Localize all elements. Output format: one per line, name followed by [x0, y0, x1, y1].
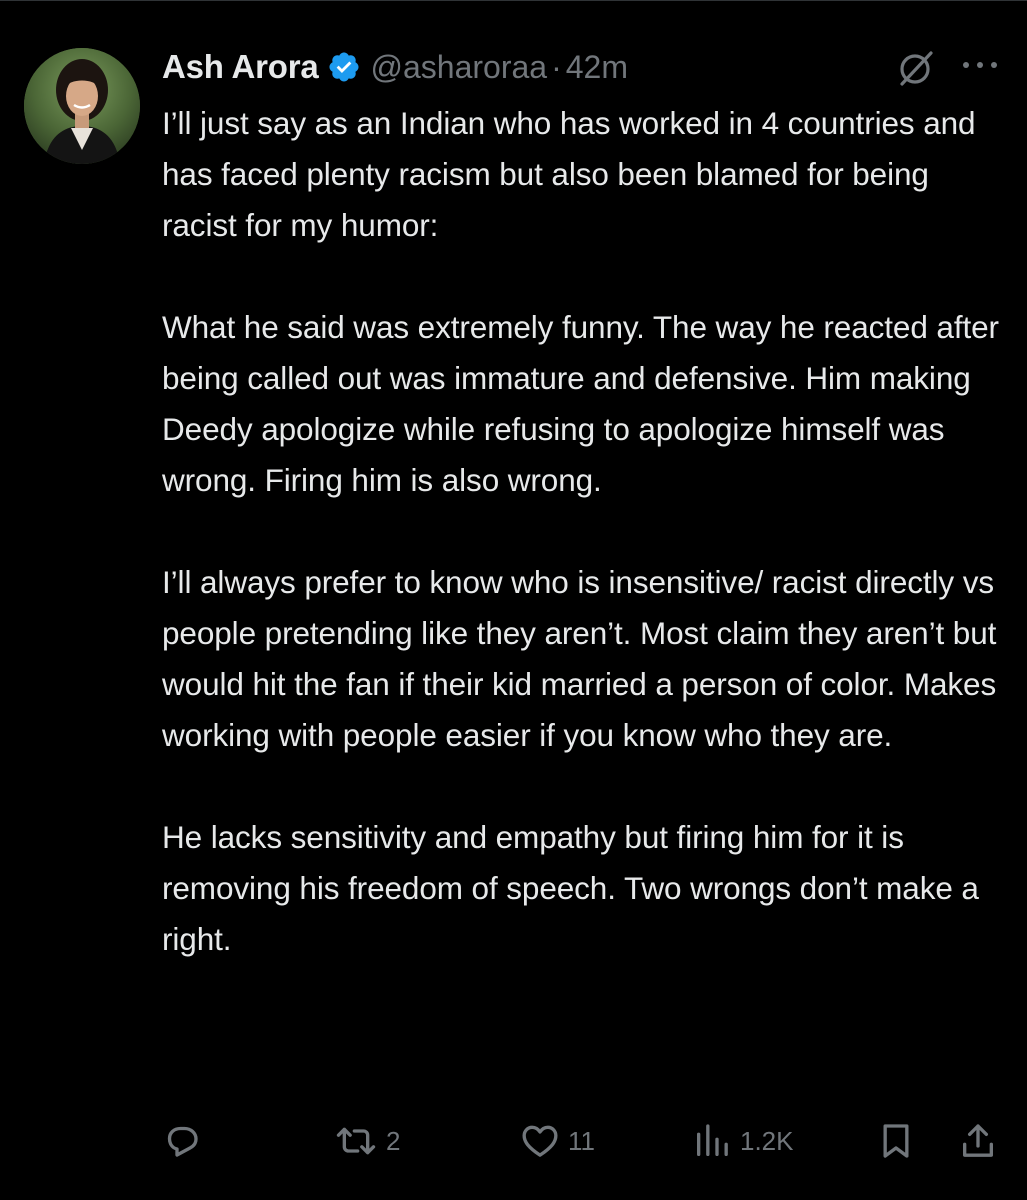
- author-name[interactable]: Ash Arora: [162, 48, 319, 86]
- like-button[interactable]: 11: [520, 1116, 595, 1166]
- tweet-paragraph: I’ll always prefer to know who is insens…: [162, 564, 997, 753]
- avatar-photo: [24, 48, 140, 164]
- analytics-icon: [692, 1121, 732, 1161]
- tweet-paragraph: He lacks sensitivity and empathy but fir…: [162, 819, 979, 957]
- grok-icon[interactable]: [893, 46, 937, 90]
- more-dots-icon[interactable]: [958, 52, 1002, 78]
- repost-icon: [334, 1121, 378, 1161]
- share-button[interactable]: [958, 1116, 998, 1166]
- action-bar: 2 11 1.2K: [162, 1116, 1002, 1166]
- author-handle[interactable]: @asharoraa: [371, 49, 548, 86]
- reply-button[interactable]: [162, 1116, 210, 1166]
- verified-badge-icon: [327, 50, 361, 84]
- views-button[interactable]: 1.2K: [692, 1116, 794, 1166]
- separator-dot: ·: [551, 48, 562, 85]
- repost-button[interactable]: 2: [334, 1116, 400, 1166]
- tweet-header: Ash Arora @asharoraa · 42m: [162, 44, 628, 90]
- heart-icon: [520, 1121, 560, 1161]
- like-count: 11: [568, 1125, 595, 1156]
- tweet[interactable]: Ash Arora @asharoraa · 42m I’ll just say…: [0, 0, 1027, 1200]
- bookmark-button[interactable]: [876, 1116, 916, 1166]
- repost-count: 2: [386, 1125, 401, 1156]
- tweet-text: I’ll just say as an Indian who has worke…: [162, 98, 1012, 965]
- avatar[interactable]: [24, 48, 140, 164]
- timestamp[interactable]: 42m: [566, 49, 628, 86]
- views-count: 1.2K: [740, 1125, 794, 1156]
- reply-icon: [162, 1121, 202, 1161]
- tweet-paragraph: What he said was extremely funny. The wa…: [162, 309, 999, 498]
- bookmark-icon: [876, 1121, 916, 1161]
- tweet-paragraph: I’ll just say as an Indian who has worke…: [162, 105, 976, 243]
- share-icon: [958, 1121, 998, 1161]
